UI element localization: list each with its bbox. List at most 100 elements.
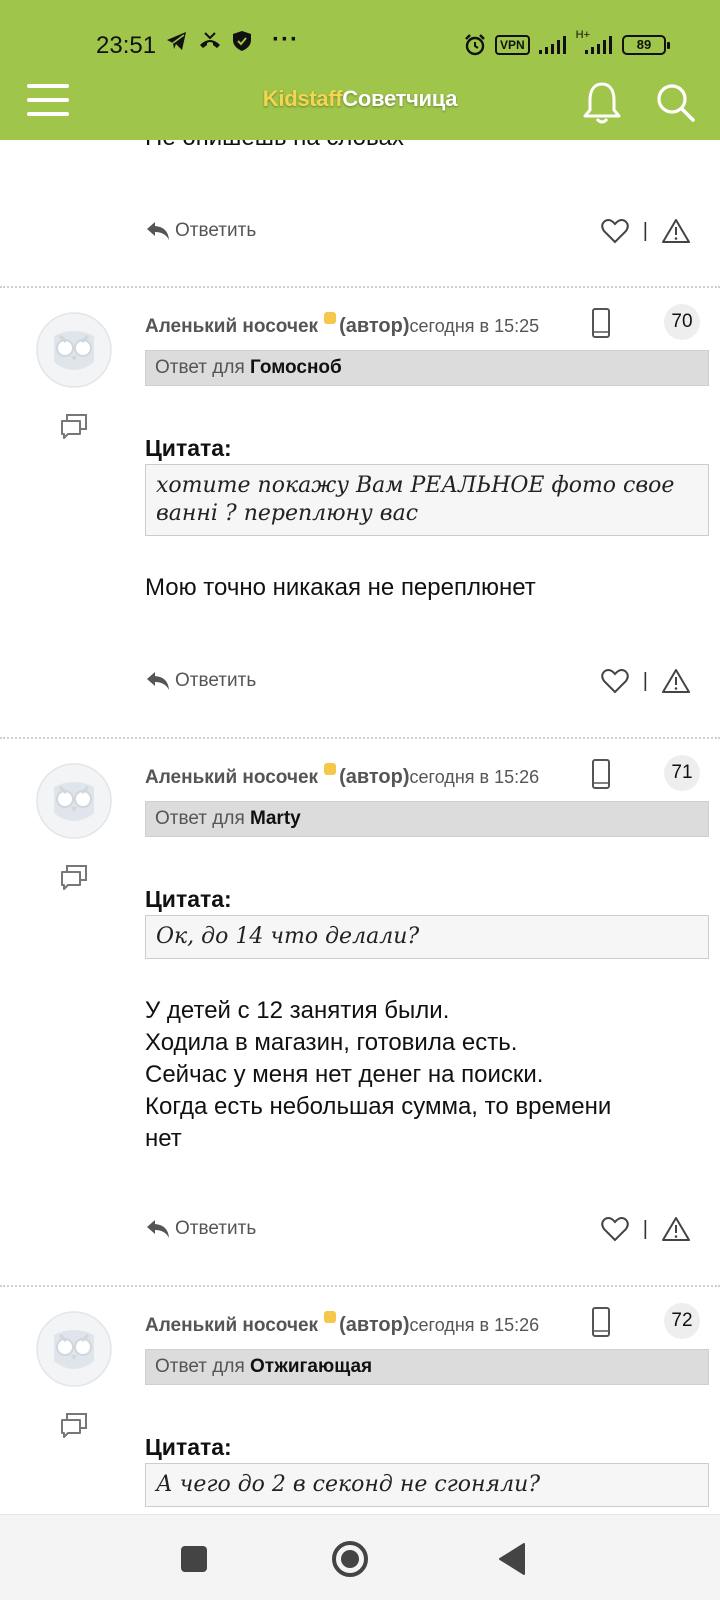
back-button[interactable]	[490, 1537, 534, 1581]
quote-text: А чего до 2 в секонд не сгоняли?	[145, 1463, 709, 1507]
post-meta: Аленький носочек (автор)сегодня в 15:26	[145, 763, 595, 789]
post-author[interactable]: Аленький носочек	[145, 1315, 318, 1336]
post-body-line: Ходила в магазин, готовила есть.	[145, 1029, 518, 1056]
post-meta: Аленький носочек (автор)сегодня в 15:26	[145, 1311, 595, 1337]
quote-text: хотите покажу Вам РЕАЛЬНОЕ фото свое ван…	[145, 464, 709, 536]
missed-call-icon	[200, 32, 220, 48]
reply-label: Ответить	[175, 670, 257, 691]
post-author[interactable]: Аленький носочек	[145, 767, 318, 788]
reply-button[interactable]: Ответить	[145, 670, 256, 692]
network-type: H+	[575, 29, 590, 41]
signal-icon	[538, 36, 566, 54]
mobile-device-icon	[592, 1307, 610, 1337]
post-actions-71: Ответить |	[0, 1216, 720, 1252]
reply-to-prefix: Ответ для	[155, 808, 251, 829]
reply-label: Ответить	[175, 220, 257, 241]
like-heart-icon[interactable]	[601, 668, 629, 694]
post-reactions: |	[601, 1216, 690, 1242]
post-body-line: нет	[145, 1125, 182, 1152]
author-status-dot	[324, 763, 337, 775]
quote-post-icon[interactable]	[60, 414, 88, 440]
actions-separator: |	[642, 1217, 648, 1240]
post-time: сегодня в 15:26	[409, 1315, 540, 1335]
quote-title: Цитата:	[145, 435, 232, 461]
post-71: Аленький носочек (автор)сегодня в 15:26 7…	[0, 739, 720, 1287]
post-actions-70: Ответить |	[0, 668, 720, 704]
quote-post-icon[interactable]	[60, 1413, 88, 1439]
reply-to-bar[interactable]: Ответ для Marty	[145, 801, 709, 837]
back-triangle-icon	[499, 1543, 525, 1575]
post-reactions: |	[601, 218, 690, 244]
quote-title: Цитата:	[145, 1434, 232, 1460]
post-72: Аленький носочек (автор)сегодня в 15:26 7…	[0, 1287, 720, 1514]
status-icons-right: VPN H+ 89	[463, 29, 670, 57]
like-heart-icon[interactable]	[601, 218, 629, 244]
post-author[interactable]: Аленький носочек	[145, 316, 318, 337]
post-body-line: У детей с 12 занятия были.	[145, 997, 450, 1024]
reply-to-prefix: Ответ для	[155, 1356, 251, 1377]
quote-title: Цитата:	[145, 886, 232, 912]
status-icons-left	[166, 30, 252, 52]
author-status-dot	[324, 1311, 337, 1323]
recent-apps-button[interactable]	[172, 1537, 216, 1581]
posts-list: Не опишешь на словах Ответить | Аленький…	[0, 140, 720, 1514]
reply-to-user[interactable]: Отжигающая	[250, 1356, 372, 1377]
reply-button[interactable]: Ответить	[145, 1218, 256, 1240]
post-time: сегодня в 15:26	[409, 767, 540, 787]
reply-label: Ответить	[175, 1218, 257, 1239]
logo-part-sovetchica: Советчица	[342, 86, 458, 111]
reply-icon	[147, 222, 169, 240]
reply-to-user[interactable]: Marty	[250, 808, 301, 829]
report-warning-icon[interactable]	[662, 218, 690, 244]
reply-button[interactable]: Ответить	[145, 220, 256, 242]
owl-avatar-icon[interactable]	[36, 312, 112, 388]
post-time: сегодня в 15:25	[409, 316, 540, 336]
post-number[interactable]: 71	[664, 755, 700, 791]
post-number[interactable]: 70	[664, 304, 700, 340]
author-role: (автор)	[339, 766, 410, 788]
post-meta: Аленький носочек (автор)сегодня в 15:25	[145, 312, 595, 338]
post-body-line: Сейчас у меня нет денег на поиски.	[145, 1061, 544, 1088]
post-reactions: |	[601, 668, 690, 694]
alarm-icon	[465, 34, 485, 56]
post-actions-previous: Ответить |	[0, 218, 720, 254]
system-nav-bar	[0, 1514, 720, 1600]
post-body: Мою точно никакая не переплюнет	[145, 574, 536, 601]
status-time: 23:51	[96, 32, 157, 59]
app-header: 23:51 ··· VPN H+ 89 KidstaffСоветчица	[0, 0, 720, 140]
post-body-previous: Не опишешь на словах	[145, 140, 404, 152]
reply-to-user[interactable]: Гомосноб	[250, 357, 342, 378]
author-status-dot	[324, 312, 337, 324]
author-role: (автор)	[339, 315, 410, 337]
telegram-icon	[167, 32, 186, 50]
shield-icon	[233, 31, 251, 51]
battery-icon: 89	[622, 35, 670, 55]
report-warning-icon[interactable]	[662, 1216, 690, 1242]
mobile-device-icon	[592, 308, 610, 338]
reply-icon	[147, 672, 169, 690]
home-circle-icon	[332, 1541, 368, 1577]
notifications-button[interactable]	[580, 80, 624, 126]
report-warning-icon[interactable]	[662, 668, 690, 694]
quote-post-icon[interactable]	[60, 865, 88, 891]
post-body: У детей с 12 занятия были. Ходила в мага…	[145, 995, 705, 1155]
search-icon	[657, 84, 695, 122]
vpn-badge: VPN	[494, 35, 530, 55]
post-number[interactable]: 72	[664, 1303, 700, 1339]
reply-to-bar[interactable]: Ответ для Отжигающая	[145, 1349, 709, 1385]
logo-part-kidstaff: Kidstaff	[262, 86, 343, 111]
search-button[interactable]	[654, 80, 698, 126]
owl-avatar-icon[interactable]	[36, 763, 112, 839]
actions-separator: |	[642, 219, 648, 242]
square-icon	[181, 1546, 207, 1572]
bell-icon	[583, 82, 621, 124]
reply-icon	[147, 1220, 169, 1238]
like-heart-icon[interactable]	[601, 1216, 629, 1242]
home-button[interactable]	[328, 1537, 372, 1581]
actions-separator: |	[642, 669, 648, 692]
reply-to-bar[interactable]: Ответ для Гомосноб	[145, 350, 709, 386]
owl-avatar-icon[interactable]	[36, 1311, 112, 1387]
mobile-device-icon	[592, 759, 610, 789]
more-notifications-indicator: ···	[272, 26, 299, 53]
post-body-line: Когда есть небольшая сумма, то времени	[145, 1093, 612, 1120]
